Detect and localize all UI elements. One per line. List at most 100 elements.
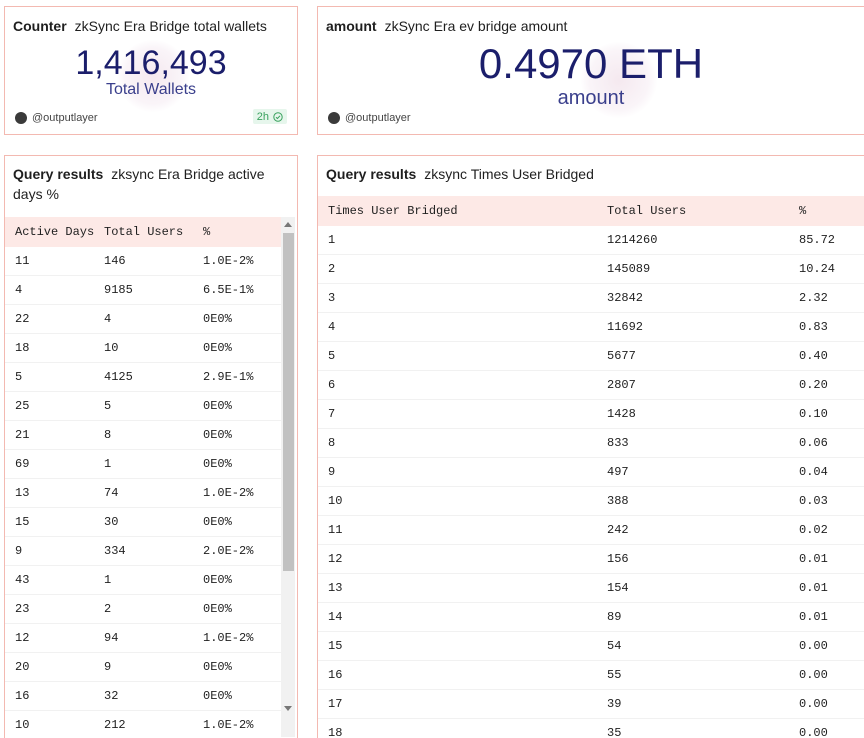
table-cell: 1: [104, 457, 112, 471]
author-name: @outputlayer: [32, 112, 98, 124]
table-cell: 2.0E-2%: [203, 544, 254, 558]
table-cell: 12: [328, 552, 343, 566]
table-row: 10 212 1.0E-2%: [5, 711, 281, 738]
table-cell: 2.32: [799, 291, 828, 305]
table-header: Active Days Total Users %: [5, 217, 281, 247]
table-cell: 10: [15, 718, 30, 732]
table-cell: 145089: [607, 262, 651, 276]
scroll-up-arrow-icon[interactable]: [284, 222, 292, 227]
table-row: 3 32842 2.32: [318, 284, 864, 313]
table-row: 13 74 1.0E-2%: [5, 479, 281, 508]
table-cell: 334: [104, 544, 126, 558]
active-days-table: Active Days Total Users % 11 146 1.0E-2% 4 9…: [5, 217, 281, 738]
table-cell: 16: [328, 668, 343, 682]
times-bridged-table: Times User Bridged Total Users % 1 121426…: [318, 196, 864, 738]
table-cell: 16: [15, 689, 30, 703]
scroll-thumb[interactable]: [283, 233, 294, 571]
table-row: 11 242 0.02: [318, 516, 864, 545]
table-cell: 156: [607, 552, 629, 566]
active-days-card-kind: Query results: [13, 166, 104, 182]
table-cell: 5: [104, 399, 112, 413]
column-header-total-users[interactable]: Total Users: [607, 204, 799, 218]
table-cell: 2.9E-1%: [203, 370, 254, 384]
table-row: 15 54 0.00: [318, 632, 864, 661]
column-header-total-users[interactable]: Total Users: [104, 225, 203, 239]
table-cell: 9: [328, 465, 336, 479]
table-cell: 10: [104, 341, 119, 355]
total-wallets-value: 1,416,493: [75, 44, 227, 82]
table-row: 18 10 0E0%: [5, 334, 281, 363]
table-cell: 0E0%: [203, 689, 232, 703]
column-header-percent[interactable]: %: [203, 225, 280, 239]
table-cell: 22: [15, 312, 30, 326]
counter-author[interactable]: @outputlayer: [15, 112, 98, 124]
table-header: Times User Bridged Total Users %: [318, 196, 864, 226]
table-row: 14 89 0.01: [318, 603, 864, 632]
table-scrollbar[interactable]: [281, 217, 295, 737]
table-row: 1 1214260 85.72: [318, 226, 864, 255]
table-cell: 74: [104, 486, 119, 500]
table-cell: 4125: [104, 370, 133, 384]
bridge-amount-value: 0.4970 ETH: [478, 40, 704, 87]
counter-card-title: Counter zkSync Era Bridge total wallets: [13, 16, 267, 36]
table-cell: 14: [328, 610, 343, 624]
table-cell: 11692: [607, 320, 644, 334]
table-cell: 13: [328, 581, 343, 595]
table-cell: 0.00: [799, 726, 828, 738]
table-row: 6 2807 0.20: [318, 371, 864, 400]
table-cell: 388: [607, 494, 629, 508]
scroll-down-arrow-icon[interactable]: [284, 706, 292, 711]
table-cell: 0E0%: [203, 457, 232, 471]
table-cell: 2: [328, 262, 336, 276]
table-cell: 11: [328, 523, 343, 537]
table-row: 5 4125 2.9E-1%: [5, 363, 281, 392]
table-row: 16 32 0E0%: [5, 682, 281, 711]
author-name: @outputlayer: [345, 112, 411, 124]
check-circle-icon: [273, 111, 283, 122]
table-row: 17 39 0.00: [318, 690, 864, 719]
column-header-percent[interactable]: %: [799, 204, 859, 218]
table-cell: 5: [15, 370, 23, 384]
table-cell: 15: [15, 515, 30, 529]
table-cell: 1428: [607, 407, 636, 421]
table-cell: 32842: [607, 291, 644, 305]
table-cell: 0E0%: [203, 602, 232, 616]
table-cell: 30: [104, 515, 119, 529]
table-cell: 0E0%: [203, 660, 232, 674]
table-cell: 5677: [607, 349, 636, 363]
table-cell: 4: [328, 320, 336, 334]
table-cell: 13: [15, 486, 30, 500]
table-cell: 9185: [104, 283, 133, 297]
table-row: 5 5677 0.40: [318, 342, 864, 371]
amount-card-title: amount zkSync Era ev bridge amount: [326, 16, 567, 36]
table-cell: 0.03: [799, 494, 828, 508]
table-cell: 10.24: [799, 262, 836, 276]
avatar: [328, 112, 340, 124]
refresh-badge[interactable]: 2h: [252, 109, 287, 124]
column-header-active-days[interactable]: Active Days: [5, 225, 104, 239]
table-row: 9 497 0.04: [318, 458, 864, 487]
table-row: 43 1 0E0%: [5, 566, 281, 595]
amount-card-kind: amount: [326, 18, 377, 34]
table-cell: 35: [607, 726, 622, 738]
table-row: 11 146 1.0E-2%: [5, 247, 281, 276]
table-body: 1 1214260 85.72 2 145089 10.24 3 32842 2.32 4 1169…: [318, 226, 864, 738]
table-cell: 0E0%: [203, 399, 232, 413]
table-row: 4 9185 6.5E-1%: [5, 276, 281, 305]
table-cell: 6.5E-1%: [203, 283, 254, 297]
times-bridged-card-title-text: zksync Times User Bridged: [424, 166, 594, 182]
table-row: 12 156 0.01: [318, 545, 864, 574]
table-row: 18 35 0.00: [318, 719, 864, 738]
column-header-times-bridged[interactable]: Times User Bridged: [318, 204, 607, 218]
table-cell: 3: [328, 291, 336, 305]
table-cell: 43: [15, 573, 30, 587]
table-cell: 54: [607, 639, 622, 653]
table-cell: 15: [328, 639, 343, 653]
table-cell: 0.02: [799, 523, 828, 537]
table-cell: 154: [607, 581, 629, 595]
amount-author[interactable]: @outputlayer: [328, 112, 411, 124]
table-cell: 2: [104, 602, 112, 616]
table-cell: 23: [15, 602, 30, 616]
table-cell: 69: [15, 457, 30, 471]
table-row: 21 8 0E0%: [5, 421, 281, 450]
